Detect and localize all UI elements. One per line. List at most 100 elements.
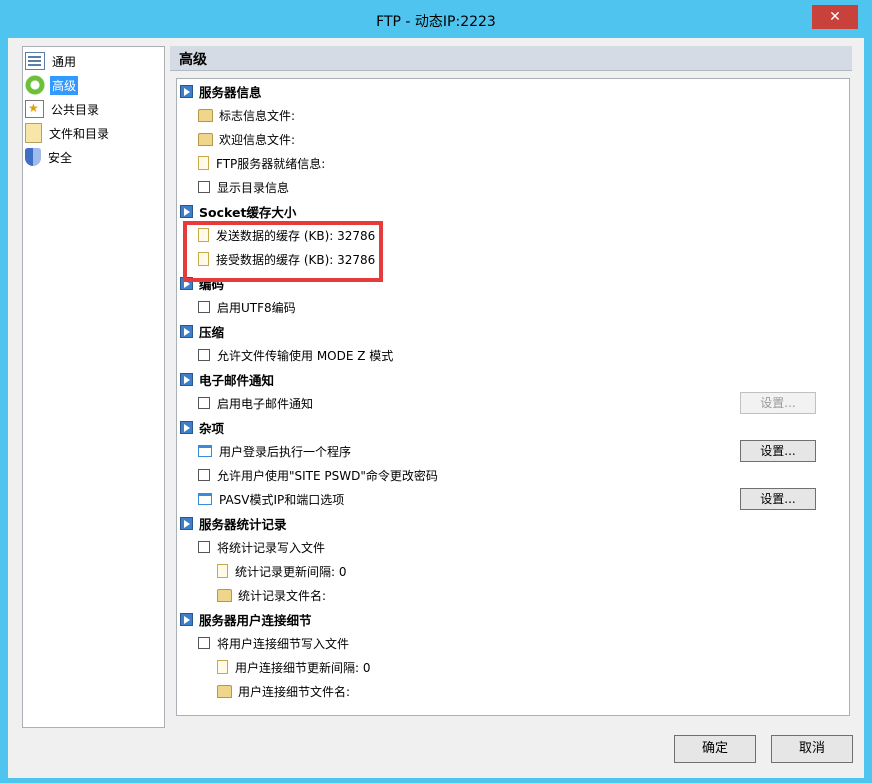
open-file-icon [217,588,232,602]
run-program-settings-button[interactable]: 设置... [740,440,816,462]
ftp-settings-window: FTP - 动态IP:2223 ✕ 通用 高级 公共目录 文件和目录 [0,0,872,783]
expand-arrow-icon [180,324,193,338]
settings-tree[interactable]: 服务器信息 标志信息文件: 欢迎信息文件: FTP服务器就绪信息: 显示目录信息 [176,78,850,716]
files-icon [25,123,42,143]
nav-item-label: 安全 [48,150,73,165]
welcome-file-item[interactable]: 欢迎信息文件: [198,128,295,150]
email-notify-checkbox[interactable]: 启用电子邮件通知 [198,392,313,414]
item-label: 统计记录文件名: [238,588,327,603]
email-settings-button[interactable]: 设置... [740,392,816,414]
stats-interval-item[interactable]: 统计记录更新间隔: 0 [217,560,347,582]
checkbox[interactable] [198,637,210,649]
group-encoding[interactable]: 编码 [180,272,224,294]
send-buffer-item[interactable]: 发送数据的缓存 (KB): 32786 [198,224,375,246]
nav-item-advanced[interactable]: 高级 [25,74,162,96]
item-label: 允许用户使用"SITE PSWD"命令更改密码 [217,468,438,483]
gear-icon [25,75,45,95]
section-header: 高级 [170,46,852,71]
nav-item-public-dir[interactable]: 公共目录 [25,98,162,120]
conn-filename-item[interactable]: 用户连接细节文件名: [217,680,350,702]
ready-message-item[interactable]: FTP服务器就绪信息: [198,152,325,174]
cancel-button[interactable]: 取消 [771,735,853,763]
item-label: 用户登录后执行一个程序 [219,444,352,459]
open-file-icon [198,108,213,122]
item-label: 将统计记录写入文件 [217,540,326,555]
expand-arrow-icon [180,276,193,290]
expand-arrow-icon [180,372,193,386]
open-file-icon [217,684,232,698]
group-user-connection-details[interactable]: 服务器用户连接细节 [180,608,312,630]
nav-item-files-dirs[interactable]: 文件和目录 [25,122,162,144]
window-icon [198,445,212,457]
item-label: FTP服务器就绪信息: [216,156,326,171]
item-label: 接受数据的缓存 (KB): 32786 [216,252,376,267]
group-label: 服务器信息 [199,84,262,100]
item-label: 显示目录信息 [217,180,290,195]
group-misc[interactable]: 杂项 [180,416,224,438]
group-label: 电子邮件通知 [199,372,275,388]
checkbox[interactable] [198,349,210,361]
settings-nav: 通用 高级 公共目录 文件和目录 安全 [22,46,165,728]
item-label: 发送数据的缓存 (KB): 32786 [216,228,376,243]
group-label: 服务器统计记录 [199,516,287,532]
group-socket-buffer[interactable]: Socket缓存大小 [180,200,296,222]
ok-button[interactable]: 确定 [674,735,756,763]
dialog-client-area: 通用 高级 公共目录 文件和目录 安全 高级 [8,38,864,778]
nav-item-label: 高级 [50,75,79,95]
expand-arrow-icon [180,612,193,626]
recv-buffer-item[interactable]: 接受数据的缓存 (KB): 32786 [198,248,375,270]
item-label: 启用UTF8编码 [217,300,296,315]
site-pswd-checkbox[interactable]: 允许用户使用"SITE PSWD"命令更改密码 [198,464,438,486]
document-icon [217,564,228,578]
expand-arrow-icon [180,516,193,530]
group-server-stats[interactable]: 服务器统计记录 [180,512,287,534]
group-label: 服务器用户连接细节 [199,612,312,628]
title-bar[interactable]: FTP - 动态IP:2223 ✕ [0,0,872,38]
group-label: 压缩 [199,324,225,340]
close-button[interactable]: ✕ [812,5,858,29]
pasv-settings-button[interactable]: 设置... [740,488,816,510]
document-icon [198,252,209,266]
document-icon [198,228,209,242]
group-server-info[interactable]: 服务器信息 [180,80,262,102]
item-label: PASV模式IP和端口选项 [219,492,345,507]
window-icon [198,493,212,505]
shield-icon [25,148,41,166]
group-email-notification[interactable]: 电子邮件通知 [180,368,274,390]
nav-item-general[interactable]: 通用 [25,50,162,72]
run-program-item[interactable]: 用户登录后执行一个程序 [198,440,351,462]
public-folder-icon [25,100,44,118]
show-dir-info-checkbox[interactable]: 显示目录信息 [198,176,289,198]
group-compression[interactable]: 压缩 [180,320,224,342]
checkbox[interactable] [198,181,210,193]
group-label: Socket缓存大小 [199,204,297,220]
nav-item-label: 公共目录 [51,102,100,117]
document-icon [198,156,209,170]
checkbox[interactable] [198,301,210,313]
nav-item-label: 文件和目录 [49,126,110,141]
nav-item-security[interactable]: 安全 [25,146,162,168]
banner-file-item[interactable]: 标志信息文件: [198,104,295,126]
section-title: 高级 [179,52,207,68]
conn-interval-item[interactable]: 用户连接细节更新间隔: 0 [217,656,371,678]
mode-z-checkbox[interactable]: 允许文件传输使用 MODE Z 模式 [198,344,393,366]
window-title: FTP - 动态IP:2223 [376,14,496,30]
expand-arrow-icon [180,84,193,98]
item-label: 将用户连接细节写入文件 [217,636,350,651]
checkbox[interactable] [198,397,210,409]
stats-write-file-checkbox[interactable]: 将统计记录写入文件 [198,536,325,558]
expand-arrow-icon [180,204,193,218]
general-settings-icon [25,52,45,70]
item-label: 启用电子邮件通知 [217,396,314,411]
checkbox[interactable] [198,469,210,481]
conn-write-file-checkbox[interactable]: 将用户连接细节写入文件 [198,632,349,654]
item-label: 欢迎信息文件: [219,132,296,147]
checkbox[interactable] [198,541,210,553]
item-label: 用户连接细节文件名: [238,684,351,699]
nav-item-label: 通用 [52,54,77,69]
pasv-options-item[interactable]: PASV模式IP和端口选项 [198,488,344,510]
group-label: 杂项 [199,420,225,436]
utf8-checkbox[interactable]: 启用UTF8编码 [198,296,296,318]
stats-filename-item[interactable]: 统计记录文件名: [217,584,326,606]
expand-arrow-icon [180,420,193,434]
